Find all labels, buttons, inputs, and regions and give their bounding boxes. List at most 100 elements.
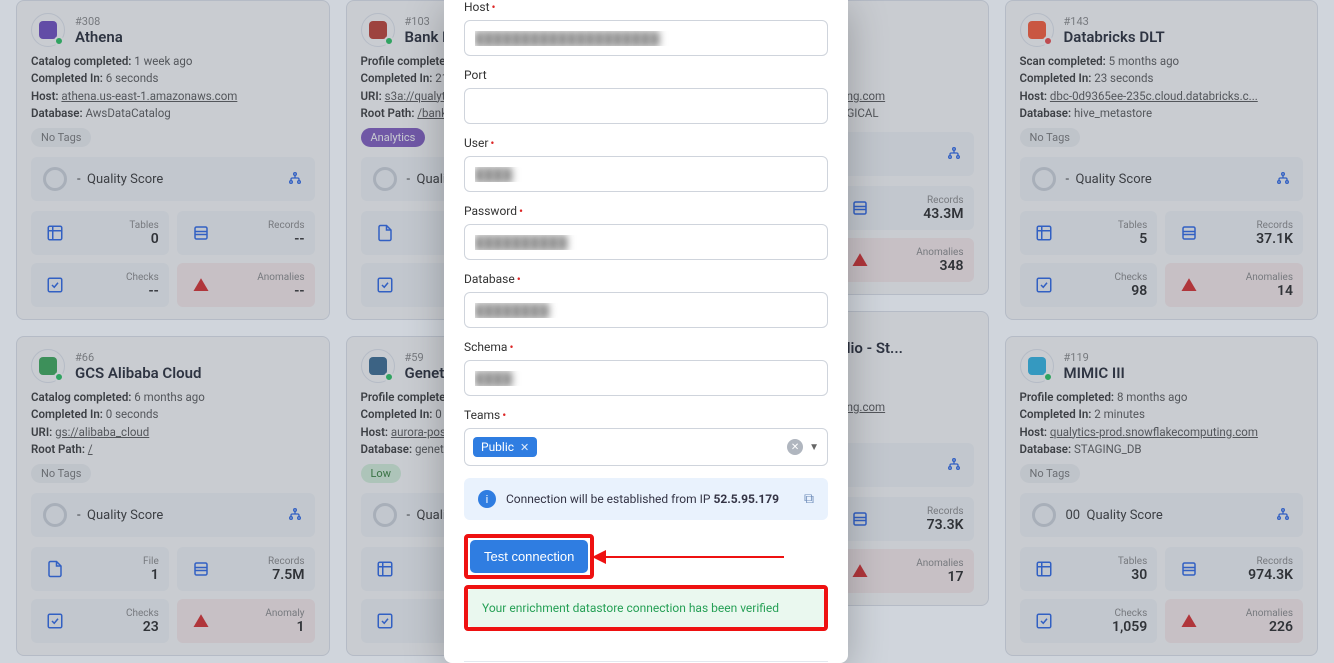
team-chip-public[interactable]: Public✕ — [473, 437, 537, 457]
quality-gauge-icon — [43, 167, 67, 191]
status-dot — [1043, 36, 1053, 46]
org-icon[interactable] — [946, 456, 962, 475]
stat-warn: Anomaly1 — [177, 599, 315, 643]
tag[interactable]: Low — [361, 464, 401, 483]
quality-gauge-icon — [373, 503, 397, 527]
test-connection-highlight: Test connection — [464, 534, 594, 579]
warn-icon — [187, 607, 215, 635]
tag[interactable]: No Tags — [1020, 464, 1080, 483]
success-highlight: Your enrichment datastore connection has… — [464, 585, 828, 631]
status-dot — [384, 36, 394, 46]
quality-gauge-icon — [373, 167, 397, 191]
connection-modal: Host• Port User• Password• Database• Sch… — [444, 0, 848, 663]
user-input[interactable] — [464, 156, 828, 192]
quality-score-row[interactable]: - Quality Score — [31, 157, 315, 201]
card-athena[interactable]: #308 Athena Catalog completed: 1 week ag… — [16, 0, 330, 320]
annotation-arrow — [604, 556, 784, 558]
card-mimic[interactable]: #119 MIMIC III Profile completed: 8 mont… — [1005, 336, 1319, 656]
ip-info-bar: i Connection will be established from IP… — [464, 478, 828, 520]
dropdown-caret-icon[interactable]: ▼ — [809, 442, 819, 453]
table-icon — [371, 555, 399, 583]
tag[interactable]: No Tags — [1020, 128, 1080, 147]
records-icon — [187, 219, 215, 247]
host-input[interactable] — [464, 20, 828, 56]
success-message: Your enrichment datastore connection has… — [468, 589, 824, 627]
checks-icon — [41, 271, 69, 299]
datasource-icon — [31, 13, 65, 47]
card-meta: Catalog completed: 6 months agoCompleted… — [31, 389, 315, 458]
schema-input[interactable] — [464, 360, 828, 396]
datasource-icon — [1020, 13, 1054, 47]
tag[interactable]: No Tags — [31, 128, 91, 147]
records-icon — [187, 555, 215, 583]
stat-records: Records974.3K — [1165, 547, 1303, 591]
password-input[interactable] — [464, 224, 828, 260]
card-title: MIMIC III — [1064, 364, 1304, 382]
card-title: Databricks DLT — [1064, 28, 1304, 46]
card-meta: Profile completed: 8 months agoCompleted… — [1020, 389, 1304, 458]
stat-records: Records7.5M — [177, 547, 315, 591]
tag[interactable]: Analytics — [361, 128, 426, 147]
database-input[interactable] — [464, 292, 828, 328]
quality-score-row[interactable]: - Quality Score — [31, 493, 315, 537]
card-id: #143 — [1064, 15, 1304, 28]
status-dot — [54, 36, 64, 46]
test-connection-button[interactable]: Test connection — [470, 540, 588, 573]
stat-table: Tables0 — [31, 211, 169, 255]
port-input[interactable] — [464, 88, 828, 124]
datasource-icon — [361, 349, 395, 383]
checks-icon — [371, 271, 399, 299]
stat-warn: Anomalies226 — [1165, 599, 1303, 643]
stats-grid: File1 Records7.5M Checks23 Anomaly1 — [31, 547, 315, 643]
stat-records: Records43.3M — [836, 186, 974, 230]
card-databricks[interactable]: #143 Databricks DLT Scan completed: 5 mo… — [1005, 0, 1319, 320]
records-icon — [846, 194, 874, 222]
ip-info-text: Connection will be established from IP 5… — [506, 492, 779, 506]
host-label: Host• — [464, 0, 828, 14]
quality-score-row[interactable]: - Quality Score — [1020, 157, 1304, 201]
org-icon[interactable] — [287, 506, 303, 525]
org-icon[interactable] — [287, 170, 303, 189]
clear-teams-icon[interactable]: ✕ — [787, 439, 803, 455]
stat-warn: Anomalies348 — [836, 238, 974, 282]
card-id: #66 — [75, 351, 315, 364]
stat-checks: Checks1,059 — [1020, 599, 1158, 643]
file-icon — [371, 219, 399, 247]
stat-table: Tables5 — [1020, 211, 1158, 255]
stat-file: File1 — [31, 547, 169, 591]
stat-checks: Checks98 — [1020, 263, 1158, 307]
quality-score-row[interactable]: 00 Quality Score — [1020, 493, 1304, 537]
teams-select[interactable]: Public✕ ✕ ▼ — [464, 428, 828, 466]
org-icon[interactable] — [946, 145, 962, 164]
records-icon — [846, 505, 874, 533]
card-title: GCS Alibaba Cloud — [75, 364, 315, 382]
stat-warn: Anomalies14 — [1165, 263, 1303, 307]
warn-icon — [1175, 271, 1203, 299]
datasource-icon — [1020, 349, 1054, 383]
status-dot — [1043, 372, 1053, 382]
warn-icon — [187, 271, 215, 299]
tag[interactable]: No Tags — [31, 464, 91, 483]
stat-table: Tables30 — [1020, 547, 1158, 591]
stat-warn: Anomalies17 — [836, 549, 974, 593]
stats-grid: Tables30 Records974.3K Checks1,059 Anoma… — [1020, 547, 1304, 643]
org-icon[interactable] — [1275, 170, 1291, 189]
org-icon[interactable] — [1275, 506, 1291, 525]
checks-icon — [1030, 607, 1058, 635]
teams-label: Teams• — [464, 408, 828, 422]
datasource-icon — [31, 349, 65, 383]
card-id: #308 — [75, 15, 315, 28]
checks-icon — [41, 607, 69, 635]
copy-ip-icon[interactable]: ⧉ — [804, 491, 814, 507]
records-icon — [1175, 555, 1203, 583]
stat-checks: Checks-- — [31, 263, 169, 307]
chip-remove-icon[interactable]: ✕ — [520, 441, 529, 454]
database-label: Database• — [464, 272, 828, 286]
schema-label: Schema• — [464, 340, 828, 354]
card-gcs[interactable]: #66 GCS Alibaba Cloud Catalog completed:… — [16, 336, 330, 656]
stat-records: Records37.1K — [1165, 211, 1303, 255]
checks-icon — [1030, 271, 1058, 299]
table-icon — [1030, 555, 1058, 583]
table-icon — [1030, 219, 1058, 247]
stat-warn: Anomalies-- — [177, 263, 315, 307]
